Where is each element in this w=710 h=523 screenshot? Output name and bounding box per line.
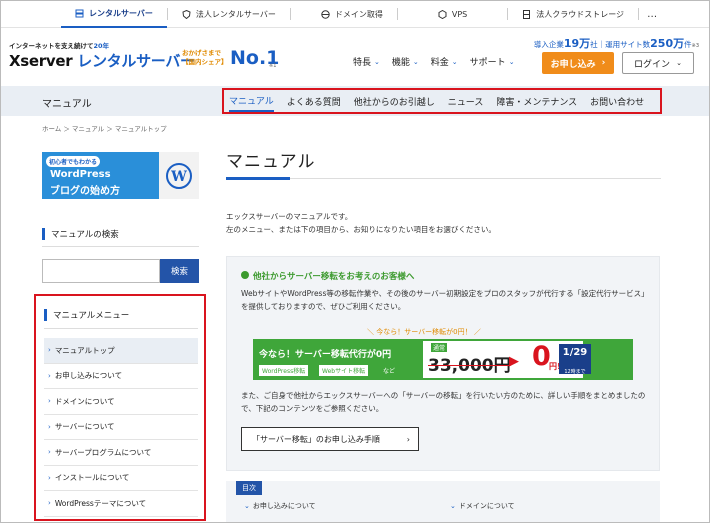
shield-icon — [182, 9, 191, 19]
product-tab-vps[interactable]: VPS — [398, 1, 507, 28]
product-tab-label: 法人クラウドストレージ — [536, 9, 625, 19]
product-tab-rental[interactable]: レンタルサーバー — [61, 1, 167, 28]
breadcrumb[interactable]: ホーム ＞ マニュアル ＞ マニュアルトップ — [42, 123, 167, 133]
wordpress-logo-icon: W — [159, 152, 199, 199]
migration-steps-button[interactable]: 「サーバー移転」のお申し込み手順 › — [241, 427, 419, 451]
promo-label: ＼ 今なら！サーバー移転が0円！ ／ — [367, 328, 481, 336]
search-heading: マニュアルの検索 — [42, 228, 119, 240]
manual-menu: マニュアルメニュー › マニュアルトップ › お申し込みについて › ドメインについて… — [34, 294, 206, 521]
server-icon — [75, 9, 84, 18]
chevron-right-icon: › — [48, 371, 51, 380]
title-underline — [226, 177, 661, 180]
svg-text:W: W — [170, 169, 187, 185]
stats-text: 導入企業19万社｜運用サイト数250万件※3 — [533, 37, 699, 50]
login-button[interactable]: ログイン ⌄ — [622, 52, 694, 74]
subnav-faq[interactable]: よくある質問 — [287, 90, 341, 112]
card-text-2: また、ご自身で他社からエックスサーバーへの「サーバーの移転」を行いたい方のために… — [241, 391, 646, 413]
globe-icon — [321, 9, 330, 19]
product-bar: レンタルサーバー 法人レンタルサーバー ドメイン取得 VPS 法人クラウドストレ… — [1, 1, 709, 28]
chevron-right-icon: › — [48, 499, 51, 508]
nav-pricing[interactable]: 料金 ⌄ — [431, 55, 458, 69]
page: レンタルサーバー 法人レンタルサーバー ドメイン取得 VPS 法人クラウドストレ… — [0, 0, 710, 523]
promo-tag: WordPress移転 — [259, 365, 309, 376]
chevron-down-icon: ⌄ — [450, 502, 456, 510]
main-nav: 特長 ⌄ 機能 ⌄ 料金 ⌄ サポート ⌄ — [353, 55, 527, 69]
promo-new-price: 0 — [532, 341, 551, 372]
tagline: インターネットを支え続けて20年 — [9, 42, 110, 50]
page-title: マニュアル — [226, 152, 316, 172]
menu-item-server[interactable]: › サーバーについて — [44, 415, 198, 440]
chevron-right-icon: › — [48, 473, 51, 482]
chevron-down-icon: ⌄ — [244, 502, 250, 510]
promo-old-price: 33,000円 — [428, 356, 511, 376]
wordpress-banner[interactable]: 初心者でもわかる WordPress ブログの始め方 — [42, 152, 159, 199]
banner-tag: 初心者でもわかる — [46, 156, 101, 167]
apply-button[interactable]: お申し込み › — [542, 52, 614, 74]
intro-text: エックスサーバーのマニュアルです。 左のメニュー、または下の項目から、お知りにな… — [226, 212, 496, 234]
chevron-down-icon: ⌄ — [508, 57, 515, 66]
nav-features[interactable]: 特長 ⌄ — [353, 55, 380, 69]
promo-deadline: 1/29 12時まで — [559, 344, 591, 375]
lightbulb-icon — [241, 271, 249, 279]
subnav-contact[interactable]: お問い合わせ — [590, 90, 644, 112]
banner-line1: WordPress — [50, 169, 111, 180]
subnav-manual[interactable]: マニュアル — [229, 90, 274, 112]
product-tab-label: 法人レンタルサーバー — [195, 9, 276, 19]
sub-nav: マニュアル よくある質問 他社からのお引越し ニュース 障害・メンテナンス お問… — [222, 88, 662, 114]
sub-nav-bar: マニュアル マニュアル よくある質問 他社からのお引越し ニュース 障害・メンテ… — [1, 86, 709, 116]
menu-item-install[interactable]: › インストールについて — [44, 466, 198, 491]
product-tab-domain[interactable]: ドメイン取得 — [291, 1, 397, 28]
menu-item-top[interactable]: › マニュアルトップ — [44, 338, 198, 364]
arrow-right-icon: ▶ — [509, 354, 519, 369]
chevron-right-icon: › — [48, 448, 51, 457]
table-of-contents: 目次 ⌄ お申し込みについて ⌄ ドメインについて — [226, 481, 660, 522]
menu-item-wp-theme[interactable]: › WordPressテーマについて — [44, 491, 198, 517]
toc-item[interactable]: ⌄ お申し込みについて — [244, 501, 316, 511]
product-tab-business[interactable]: 法人レンタルサーバー — [168, 1, 290, 28]
promo-tag-suffix: など — [383, 368, 396, 375]
product-tab-storage[interactable]: 法人クラウドストレージ — [508, 1, 638, 28]
chevron-down-icon: ⌄ — [374, 57, 380, 66]
search-input[interactable] — [42, 259, 160, 283]
product-tab-label: レンタルサーバー — [89, 8, 153, 18]
chevron-right-icon: › — [48, 397, 51, 406]
menu-heading: マニュアルメニュー — [44, 309, 129, 321]
promo-tag: Webサイト移転 — [319, 365, 369, 376]
chevron-right-icon: › — [406, 434, 410, 444]
subnav-news[interactable]: ニュース — [448, 90, 484, 112]
more-menu[interactable]: … — [647, 9, 658, 20]
share-note: ※1 — [269, 63, 277, 69]
product-tab-label: ドメイン取得 — [334, 9, 383, 19]
nav-support[interactable]: サポート ⌄ — [470, 55, 515, 69]
migration-card: 他社からサーバー移転をお考えのお客様へ WebサイトやWordPress等の移転… — [226, 256, 660, 471]
promo-banner[interactable]: 今なら！サーバー移転代行が0円 WordPress移転 Webサイト移転 など … — [253, 339, 633, 380]
menu-item-apply[interactable]: › お申し込みについて — [44, 364, 198, 389]
card-title: 他社からサーバー移転をお考えのお客様へ — [241, 270, 414, 282]
card-text: WebサイトやWordPress等の移転作業や、その後のサーバー初期設定をプロの… — [241, 289, 649, 311]
chevron-down-icon: ⌄ — [676, 59, 682, 67]
site-logo[interactable]: Xserver レンタルサーバー — [9, 50, 195, 71]
toc-item[interactable]: ⌄ ドメインについて — [450, 501, 515, 511]
chevron-right-icon: › — [601, 58, 606, 68]
search-button[interactable]: 検索 — [160, 259, 199, 283]
chevron-down-icon: ⌄ — [412, 57, 419, 66]
section-title: マニュアル — [42, 99, 92, 110]
banner-line2: ブログの始め方 — [50, 186, 120, 197]
chevron-down-icon: ⌄ — [451, 57, 458, 66]
chevron-right-icon: › — [48, 346, 51, 355]
site-header: インターネットを支え続けて20年 Xserver レンタルサーバー おかげさまで… — [1, 28, 709, 86]
subnav-migration[interactable]: 他社からのお引越し — [354, 90, 435, 112]
menu-item-program[interactable]: › サーバープログラムについて — [44, 440, 198, 466]
subnav-maintenance[interactable]: 障害・メンテナンス — [496, 90, 577, 112]
storage-icon — [522, 9, 531, 19]
nav-functions[interactable]: 機能 ⌄ — [392, 55, 419, 69]
menu-item-domain[interactable]: › ドメインについて — [44, 389, 198, 415]
cube-icon — [438, 9, 447, 19]
chevron-right-icon: › — [48, 422, 51, 431]
toc-label: 目次 — [236, 481, 262, 495]
share-badge-label: おかげさまで 【国内シェア】 — [182, 49, 228, 66]
product-tab-label: VPS — [451, 9, 468, 19]
promo-headline: 今なら！サーバー移転代行が0円 — [259, 350, 392, 360]
